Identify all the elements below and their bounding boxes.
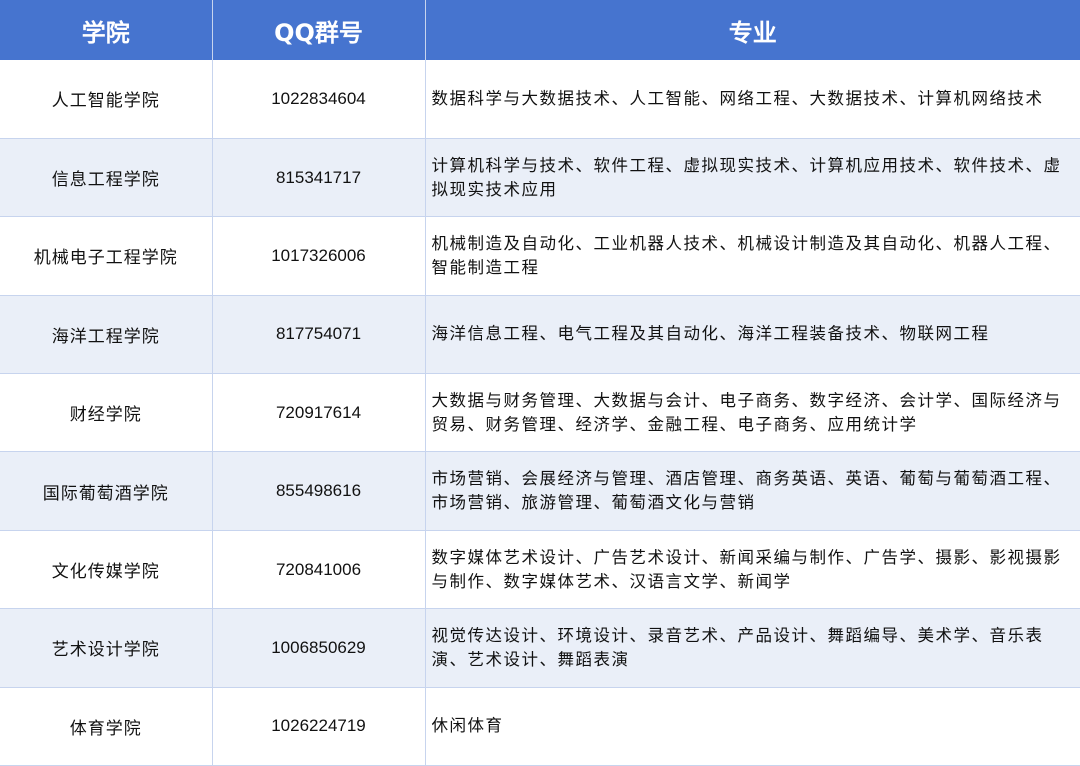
majors-list: 大数据与财务管理、大数据与会计、电子商务、数字经济、会计学、国际经济与贸易、财务… bbox=[425, 373, 1080, 453]
majors-list: 休闲体育 bbox=[425, 687, 1080, 766]
header-qq: QQ群号 bbox=[212, 0, 426, 60]
qq-group-number: 815341717 bbox=[212, 138, 426, 218]
majors-list: 海洋信息工程、电气工程及其自动化、海洋工程装备技术、物联网工程 bbox=[425, 295, 1080, 375]
majors-list: 市场营销、会展经济与管理、酒店管理、商务英语、英语、葡萄与葡萄酒工程、市场营销、… bbox=[425, 451, 1080, 531]
qq-group-number: 1022834604 bbox=[212, 60, 426, 139]
qq-group-number: 855498616 bbox=[212, 451, 426, 531]
college-qq-table: 学院 QQ群号 专业 人工智能学院 1022834604 数据科学与大数据技术、… bbox=[0, 0, 1080, 766]
college-name: 体育学院 bbox=[0, 687, 213, 766]
table-row: 艺术设计学院 1006850629 视觉传达设计、环境设计、录音艺术、产品设计、… bbox=[0, 608, 1080, 688]
table-row: 人工智能学院 1022834604 数据科学与大数据技术、人工智能、网络工程、大… bbox=[0, 60, 1080, 139]
qq-group-number: 817754071 bbox=[212, 295, 426, 375]
table-row: 信息工程学院 815341717 计算机科学与技术、软件工程、虚拟现实技术、计算… bbox=[0, 138, 1080, 218]
qq-group-number: 720917614 bbox=[212, 373, 426, 453]
header-majors: 专业 bbox=[425, 0, 1080, 60]
college-name: 人工智能学院 bbox=[0, 60, 213, 139]
majors-list: 视觉传达设计、环境设计、录音艺术、产品设计、舞蹈编导、美术学、音乐表演、艺术设计… bbox=[425, 608, 1080, 688]
table-row: 体育学院 1026224719 休闲体育 bbox=[0, 687, 1080, 766]
college-name: 国际葡萄酒学院 bbox=[0, 451, 213, 531]
college-name: 文化传媒学院 bbox=[0, 530, 213, 610]
majors-list: 计算机科学与技术、软件工程、虚拟现实技术、计算机应用技术、软件技术、虚拟现实技术… bbox=[425, 138, 1080, 218]
header-college: 学院 bbox=[0, 0, 213, 60]
table-row: 机械电子工程学院 1017326006 机械制造及自动化、工业机器人技术、机械设… bbox=[0, 216, 1080, 296]
table-row: 国际葡萄酒学院 855498616 市场营销、会展经济与管理、酒店管理、商务英语… bbox=[0, 451, 1080, 531]
college-name: 财经学院 bbox=[0, 373, 213, 453]
qq-group-number: 720841006 bbox=[212, 530, 426, 610]
majors-list: 数字媒体艺术设计、广告艺术设计、新闻采编与制作、广告学、摄影、影视摄影与制作、数… bbox=[425, 530, 1080, 610]
qq-group-number: 1017326006 bbox=[212, 216, 426, 296]
qq-group-number: 1006850629 bbox=[212, 608, 426, 688]
majors-list: 数据科学与大数据技术、人工智能、网络工程、大数据技术、计算机网络技术 bbox=[425, 60, 1080, 139]
college-name: 艺术设计学院 bbox=[0, 608, 213, 688]
table-row: 海洋工程学院 817754071 海洋信息工程、电气工程及其自动化、海洋工程装备… bbox=[0, 295, 1080, 375]
majors-list: 机械制造及自动化、工业机器人技术、机械设计制造及其自动化、机器人工程、智能制造工… bbox=[425, 216, 1080, 296]
table-row: 财经学院 720917614 大数据与财务管理、大数据与会计、电子商务、数字经济… bbox=[0, 373, 1080, 453]
college-name: 信息工程学院 bbox=[0, 138, 213, 218]
qq-group-number: 1026224719 bbox=[212, 687, 426, 766]
college-name: 海洋工程学院 bbox=[0, 295, 213, 375]
college-name: 机械电子工程学院 bbox=[0, 216, 213, 296]
header-row: 学院 QQ群号 专业 bbox=[0, 0, 1080, 60]
table-row: 文化传媒学院 720841006 数字媒体艺术设计、广告艺术设计、新闻采编与制作… bbox=[0, 530, 1080, 610]
